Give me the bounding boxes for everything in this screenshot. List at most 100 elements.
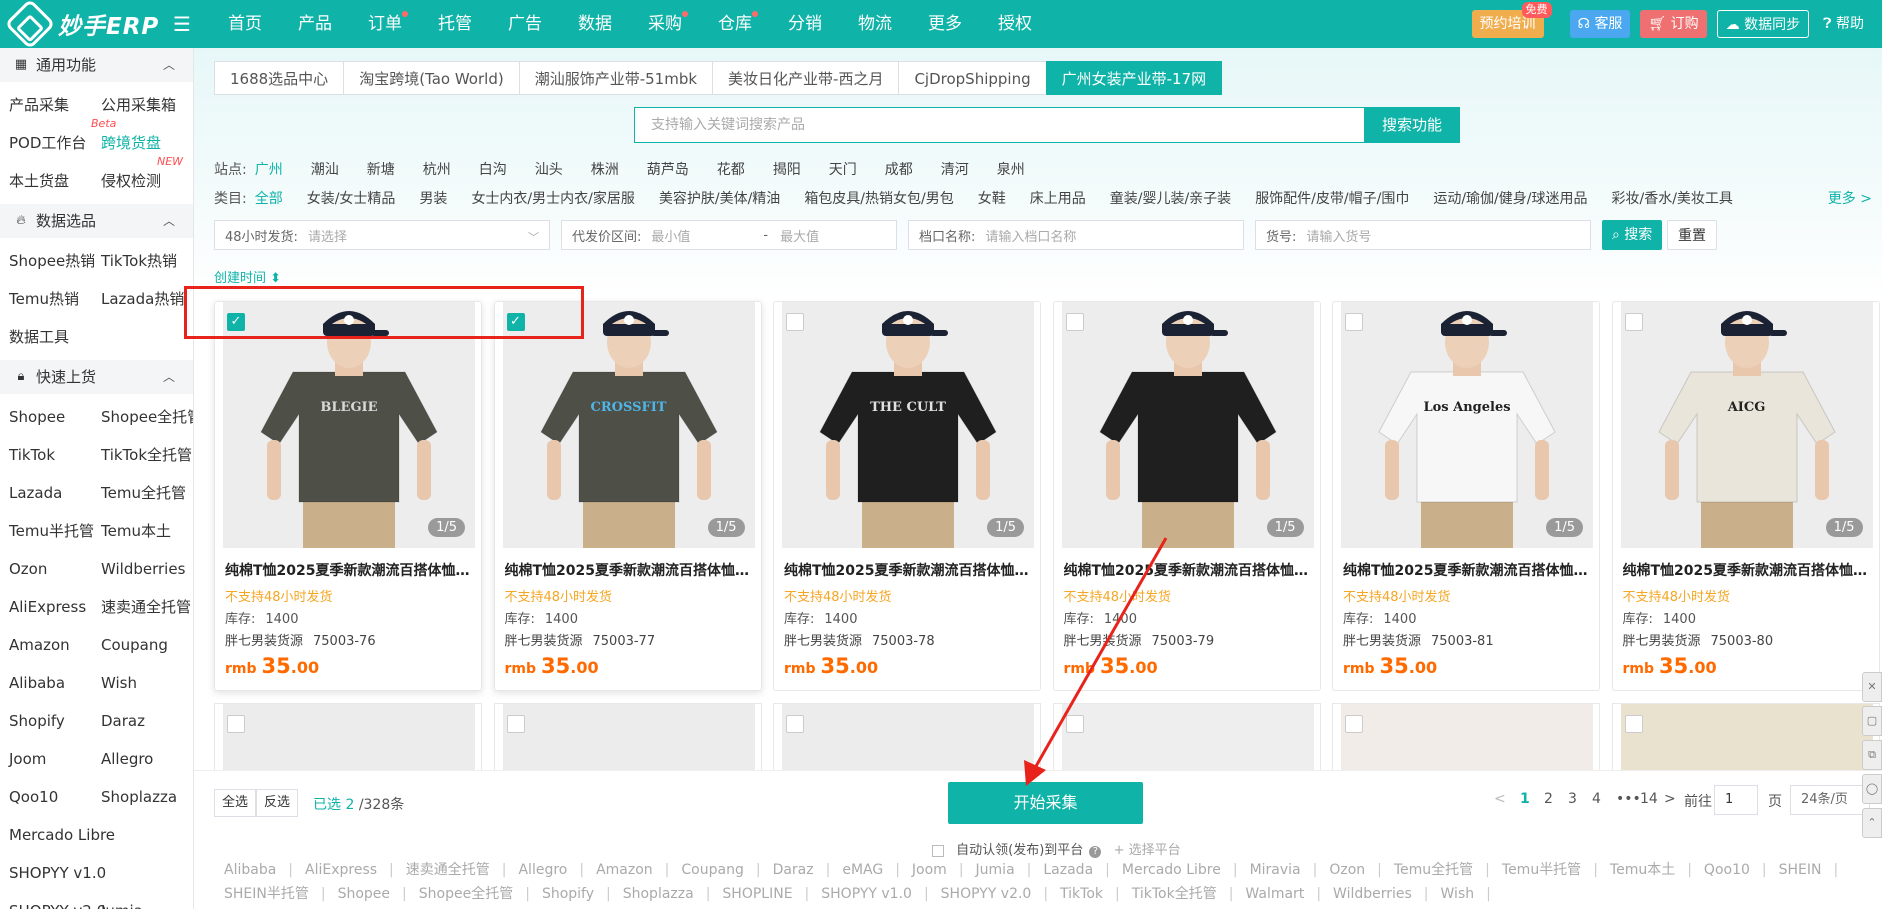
- filter-search-button[interactable]: ⌕ 搜索: [1602, 220, 1663, 250]
- service-button[interactable]: ☊ 客服: [1569, 10, 1631, 38]
- platform-link[interactable]: SHEIN: [1779, 858, 1839, 882]
- platform-link[interactable]: 速卖通全托管: [406, 858, 507, 882]
- order-button[interactable]: 🛒︎ 订购: [1640, 10, 1707, 38]
- platform-link[interactable]: Temu半托管: [1502, 858, 1598, 882]
- platform-link[interactable]: Wildberries: [1333, 882, 1428, 906]
- start-collect-button[interactable]: 开始采集: [948, 782, 1143, 824]
- product-checkbox[interactable]: [1065, 313, 1084, 331]
- categories-option[interactable]: 全部: [255, 188, 283, 208]
- sidebar-item[interactable]: Temu热销: [9, 280, 101, 318]
- stations-option[interactable]: 泉州: [997, 159, 1025, 179]
- reset-button[interactable]: 重置: [1667, 220, 1717, 250]
- sidebar-item[interactable]: TikTok热销: [101, 242, 193, 280]
- sidebar-item[interactable]: Temu全托管: [101, 474, 193, 512]
- choose-platform-link[interactable]: + 选择平台: [1114, 843, 1181, 858]
- sidebar-item[interactable]: Coupang: [101, 626, 193, 664]
- shop-name[interactable]: 胖七男装货源: [225, 634, 303, 649]
- chevron-up-icon[interactable]: ︿: [163, 204, 175, 238]
- nav-item-6[interactable]: 采购: [630, 0, 700, 48]
- logo[interactable]: 妙手ERP: [0, 0, 170, 50]
- stations-option[interactable]: 成都: [885, 159, 913, 179]
- sku-field[interactable]: 货号: 请输入货号: [1255, 220, 1591, 250]
- product-checkbox[interactable]: [786, 313, 804, 331]
- categories-option[interactable]: 床上用品: [1030, 188, 1086, 208]
- product-title[interactable]: 纯棉T恤2025夏季新款潮流百搭体恤短袖: [784, 560, 1034, 580]
- platform-link[interactable]: Miravia: [1250, 858, 1318, 882]
- dock-close-icon[interactable]: ✕: [1862, 672, 1882, 702]
- stations-option[interactable]: 杭州: [423, 159, 451, 179]
- sidebar-item[interactable]: Allegro: [101, 740, 193, 778]
- sidebar-item[interactable]: Wish: [101, 664, 193, 702]
- platform-link[interactable]: SHOPLINE: [722, 882, 809, 906]
- invert-selection-button[interactable]: 反选: [256, 789, 299, 817]
- sidebar-item[interactable]: AliExpress: [9, 588, 101, 626]
- nav-item-3[interactable]: 托管: [420, 0, 490, 48]
- platform-link[interactable]: Allegro: [518, 858, 584, 882]
- nav-item-1[interactable]: 产品: [280, 0, 350, 48]
- product-image[interactable]: AICG 1/5: [1620, 302, 1873, 548]
- sidebar-item[interactable]: Shopify: [9, 702, 101, 740]
- nav-item-10[interactable]: 更多: [910, 0, 980, 48]
- categories-option[interactable]: 男装: [419, 188, 447, 208]
- platform-link[interactable]: Temu全托管: [1394, 858, 1490, 882]
- auto-publish-checkbox[interactable]: [932, 844, 944, 857]
- page-input[interactable]: 1: [1714, 785, 1758, 815]
- training-button[interactable]: 预约培训 免费: [1471, 2, 1552, 38]
- platform-link[interactable]: Lazada: [1043, 858, 1110, 882]
- sidebar-section-header[interactable]: ▦ 通用功能 ︿: [0, 48, 193, 82]
- nav-item-5[interactable]: 数据: [560, 0, 630, 48]
- sidebar-item[interactable]: Wildberries: [101, 550, 193, 588]
- price-min-input[interactable]: 最小值: [651, 226, 751, 245]
- product-checkbox[interactable]: [1624, 313, 1643, 331]
- stations-option[interactable]: 株洲: [591, 159, 619, 179]
- sidebar-item[interactable]: Lazada热销: [101, 280, 193, 318]
- sort-created-time[interactable]: 创建时间 ⬍: [214, 267, 281, 286]
- platform-link[interactable]: Alibaba: [224, 858, 293, 882]
- product-title[interactable]: 纯棉T恤2025夏季新款潮流百搭体恤短袖: [225, 560, 475, 580]
- sidebar-item[interactable]: SHOPYY v2.0: [9, 892, 106, 909]
- select-all-button[interactable]: 全选: [214, 789, 257, 817]
- sidebar-item[interactable]: Qoo10: [9, 778, 101, 816]
- product-card[interactable]: CROSSFIT 1/5 ✓ 纯棉T恤2025夏季新款潮流百搭体恤短袖 不支持48小时发…: [493, 301, 762, 691]
- categories-option[interactable]: 服饰配件/皮带/帽子/围巾: [1255, 188, 1409, 208]
- stations-option[interactable]: 清河: [941, 159, 969, 179]
- data-sync-button[interactable]: ☁ 数据同步: [1716, 10, 1810, 38]
- shop-name[interactable]: 胖七男装货源: [784, 634, 862, 649]
- nav-item-0[interactable]: 首页: [210, 0, 280, 48]
- platform-link[interactable]: Ozon: [1329, 858, 1382, 882]
- chevron-up-icon[interactable]: ︿: [163, 360, 175, 394]
- platform-link[interactable]: Wish: [1441, 882, 1491, 906]
- sidebar-item[interactable]: Joom: [9, 740, 101, 778]
- pager-prev-icon[interactable]: <: [1494, 791, 1506, 807]
- nav-item-8[interactable]: 分销: [770, 0, 840, 48]
- platform-link[interactable]: Shopee: [338, 882, 407, 906]
- product-card[interactable]: Los Angeles 1/5 纯棉T恤2025夏季新款潮流百搭体恤短袖 不支持48小…: [1332, 301, 1600, 691]
- sidebar-item[interactable]: Alibaba: [9, 664, 101, 702]
- sidebar-item[interactable]: Jumia: [101, 892, 193, 909]
- stations-option[interactable]: 天门: [829, 159, 857, 179]
- product-title[interactable]: 纯棉T恤2025夏季新款潮流百搭体恤短袖: [1623, 560, 1873, 580]
- stations-option[interactable]: 新塘: [367, 159, 395, 179]
- search-button[interactable]: 搜索功能: [1364, 107, 1460, 143]
- shop-name[interactable]: 胖七男装货源: [1623, 634, 1701, 649]
- sidebar-item[interactable]: POD工作台 Beta: [9, 118, 116, 162]
- platform-link[interactable]: AliExpress: [305, 858, 394, 882]
- platform-link[interactable]: SHOPYY v1.0: [821, 882, 928, 906]
- platform-link[interactable]: Walmart: [1245, 882, 1321, 906]
- product-title[interactable]: 纯棉T恤2025夏季新款潮流百搭体恤短袖: [1064, 560, 1314, 580]
- page-number[interactable]: •••: [1616, 791, 1641, 807]
- shop-name[interactable]: 胖七男装货源: [505, 634, 583, 649]
- source-tab[interactable]: 1688选品中心: [214, 61, 345, 95]
- sidebar-item[interactable]: 数据工具: [9, 318, 101, 356]
- platform-link[interactable]: Daraz: [773, 858, 831, 882]
- platform-link[interactable]: Shoplazza: [623, 882, 711, 906]
- platform-link[interactable]: Coupang: [681, 858, 760, 882]
- sidebar-item[interactable]: Shopee热销: [9, 242, 101, 280]
- categories-option[interactable]: 彩妆/香水/美妆工具: [1612, 188, 1733, 208]
- source-tab[interactable]: 潮汕服饰产业带-51mbk: [518, 61, 714, 95]
- categories-option[interactable]: 运动/瑜伽/健身/球迷用品: [1433, 188, 1587, 208]
- categories-option[interactable]: 女装/女士精品: [307, 188, 396, 208]
- pager-next-icon[interactable]: >: [1664, 791, 1676, 807]
- source-tab[interactable]: 美妆日化产业带-西之月: [712, 61, 900, 95]
- product-checkbox[interactable]: [1345, 715, 1363, 733]
